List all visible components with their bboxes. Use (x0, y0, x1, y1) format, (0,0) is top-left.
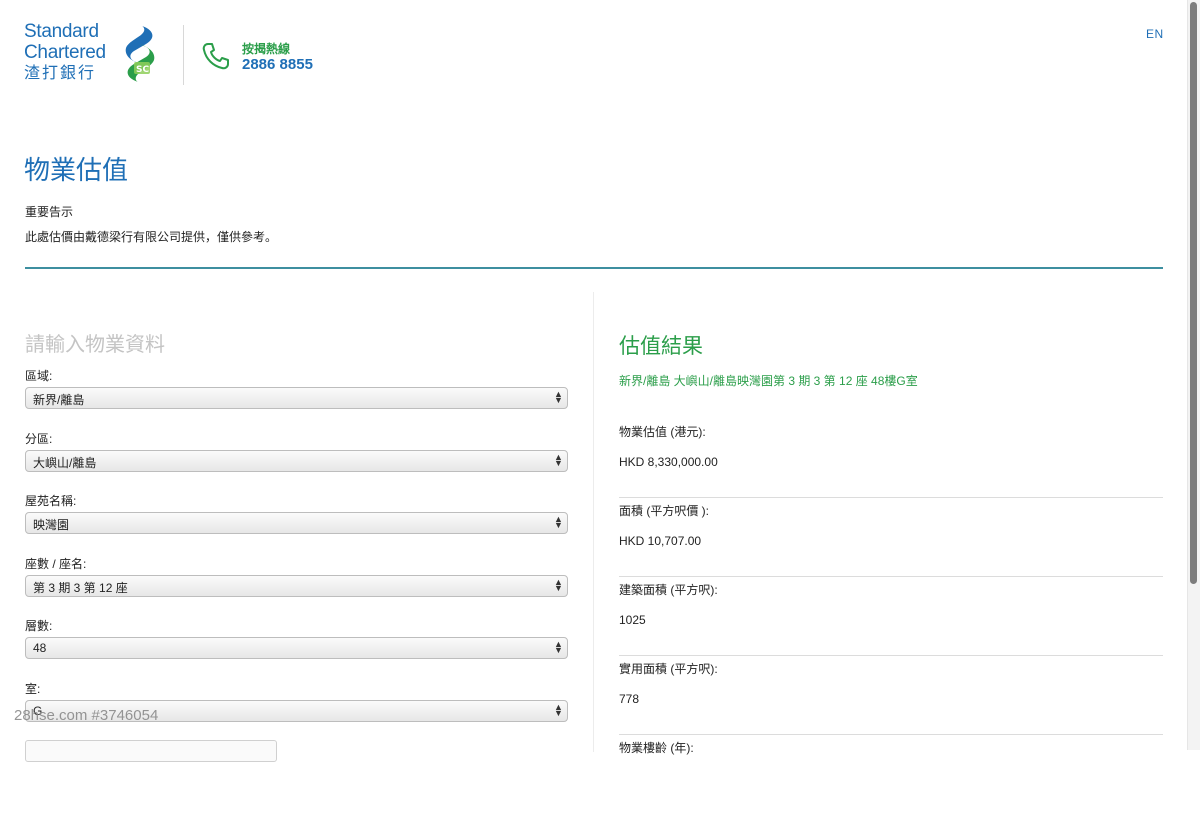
result-heading: 估值結果 (619, 335, 703, 358)
block-select-value: 第 3 期 3 第 12 座 (33, 581, 128, 595)
district-label: 分區: (25, 432, 53, 446)
logo-line-3: 渣打銀行 (24, 65, 97, 82)
result-address: 新界/離島 大嶼山/離島映灣園第 3 期 3 第 12 座 48樓G室 (619, 374, 918, 388)
submit-button[interactable] (25, 740, 277, 762)
floor-field: 層數: 48 ▲ ▼ (25, 617, 568, 659)
block-select[interactable]: 第 3 期 3 第 12 座 ▲ ▼ (25, 575, 568, 597)
region-select-value: 新界/離島 (33, 393, 85, 407)
district-select-value: 大嶼山/離島 (33, 456, 97, 470)
result-value: 778 (619, 692, 640, 706)
block-field: 座數 / 座名: 第 3 期 3 第 12 座 ▲ ▼ (25, 555, 568, 597)
floor-label: 層數: (25, 619, 53, 633)
estate-select-value: 映灣園 (33, 518, 70, 532)
result-label: 物業估值 (港元): (619, 425, 706, 439)
region-label: 區域: (25, 369, 53, 383)
hotline-number[interactable]: 2886 8855 (242, 56, 313, 73)
result-label: 實用面積 (平方呎): (619, 662, 718, 676)
result-row: 實用面積 (平方呎): 778 (619, 660, 1163, 735)
result-label: 物業樓齡 (年): (619, 741, 694, 755)
result-row: 物業樓齡 (年): (619, 739, 1163, 813)
notice-title: 重要告示 (25, 205, 74, 219)
result-label: 建築面積 (平方呎): (619, 583, 718, 597)
logo-line-2: Chartered (24, 42, 106, 63)
floor-select-value: 48 (33, 641, 47, 655)
svg-text:SC: SC (136, 65, 149, 75)
select-arrows-icon: ▲ ▼ (554, 389, 563, 405)
estate-select[interactable]: 映灣園 ▲ ▼ (25, 512, 568, 534)
page-scrollbar[interactable] (1187, 0, 1200, 750)
estate-field: 屋苑名稱: 映灣園 ▲ ▼ (25, 492, 568, 534)
select-arrows-icon: ▲ ▼ (554, 639, 563, 655)
district-select[interactable]: 大嶼山/離島 ▲ ▼ (25, 450, 568, 472)
result-row: 建築面積 (平方呎): 1025 (619, 581, 1163, 656)
section-divider (25, 267, 1163, 269)
phone-icon (202, 43, 229, 70)
estate-label: 屋苑名稱: (25, 494, 77, 508)
logo-mark-icon: SC (125, 26, 155, 82)
hotline-label: 按揭熱線 (242, 42, 291, 56)
unit-label: 室: (25, 682, 41, 696)
column-divider (593, 292, 594, 752)
notice-text: 此處估價由戴德梁行有限公司提供，僅供參考。 (25, 230, 278, 244)
result-label: 面積 (平方呎價 ): (619, 504, 709, 518)
site-header: Standard Chartered 渣打銀行 SC 按揭熱線 2886 885… (0, 0, 1188, 110)
result-value: HKD 10,707.00 (619, 534, 702, 548)
select-arrows-icon: ▲ ▼ (554, 514, 563, 530)
scrollbar-thumb[interactable] (1190, 2, 1197, 584)
form-heading: 請輸入物業資料 (25, 334, 165, 356)
floor-select[interactable]: 48 ▲ ▼ (25, 637, 568, 659)
region-select[interactable]: 新界/離島 ▲ ▼ (25, 387, 568, 409)
language-toggle-link[interactable]: EN (1146, 27, 1164, 41)
block-label: 座數 / 座名: (25, 557, 87, 571)
result-row: 面積 (平方呎價 ): HKD 10,707.00 (619, 502, 1163, 577)
result-row: 物業估值 (港元): HKD 8,330,000.00 (619, 423, 1163, 498)
result-value: 1025 (619, 613, 646, 627)
logo-line-1: Standard (24, 21, 99, 42)
header-divider (183, 25, 184, 85)
select-arrows-icon: ▲ ▼ (554, 577, 563, 593)
district-field: 分區: 大嶼山/離島 ▲ ▼ (25, 430, 568, 472)
watermark: 28hse.com #3746054 (14, 707, 159, 724)
logo-wordmark: Standard Chartered 渣打銀行 (24, 22, 106, 82)
select-arrows-icon: ▲ ▼ (554, 702, 563, 718)
standard-chartered-logo[interactable]: Standard Chartered 渣打銀行 SC (24, 22, 164, 86)
region-field: 區域: 新界/離島 ▲ ▼ (25, 367, 568, 409)
result-value: HKD 8,330,000.00 (619, 455, 718, 469)
page-title: 物業估值 (24, 155, 129, 185)
select-arrows-icon: ▲ ▼ (554, 452, 563, 468)
